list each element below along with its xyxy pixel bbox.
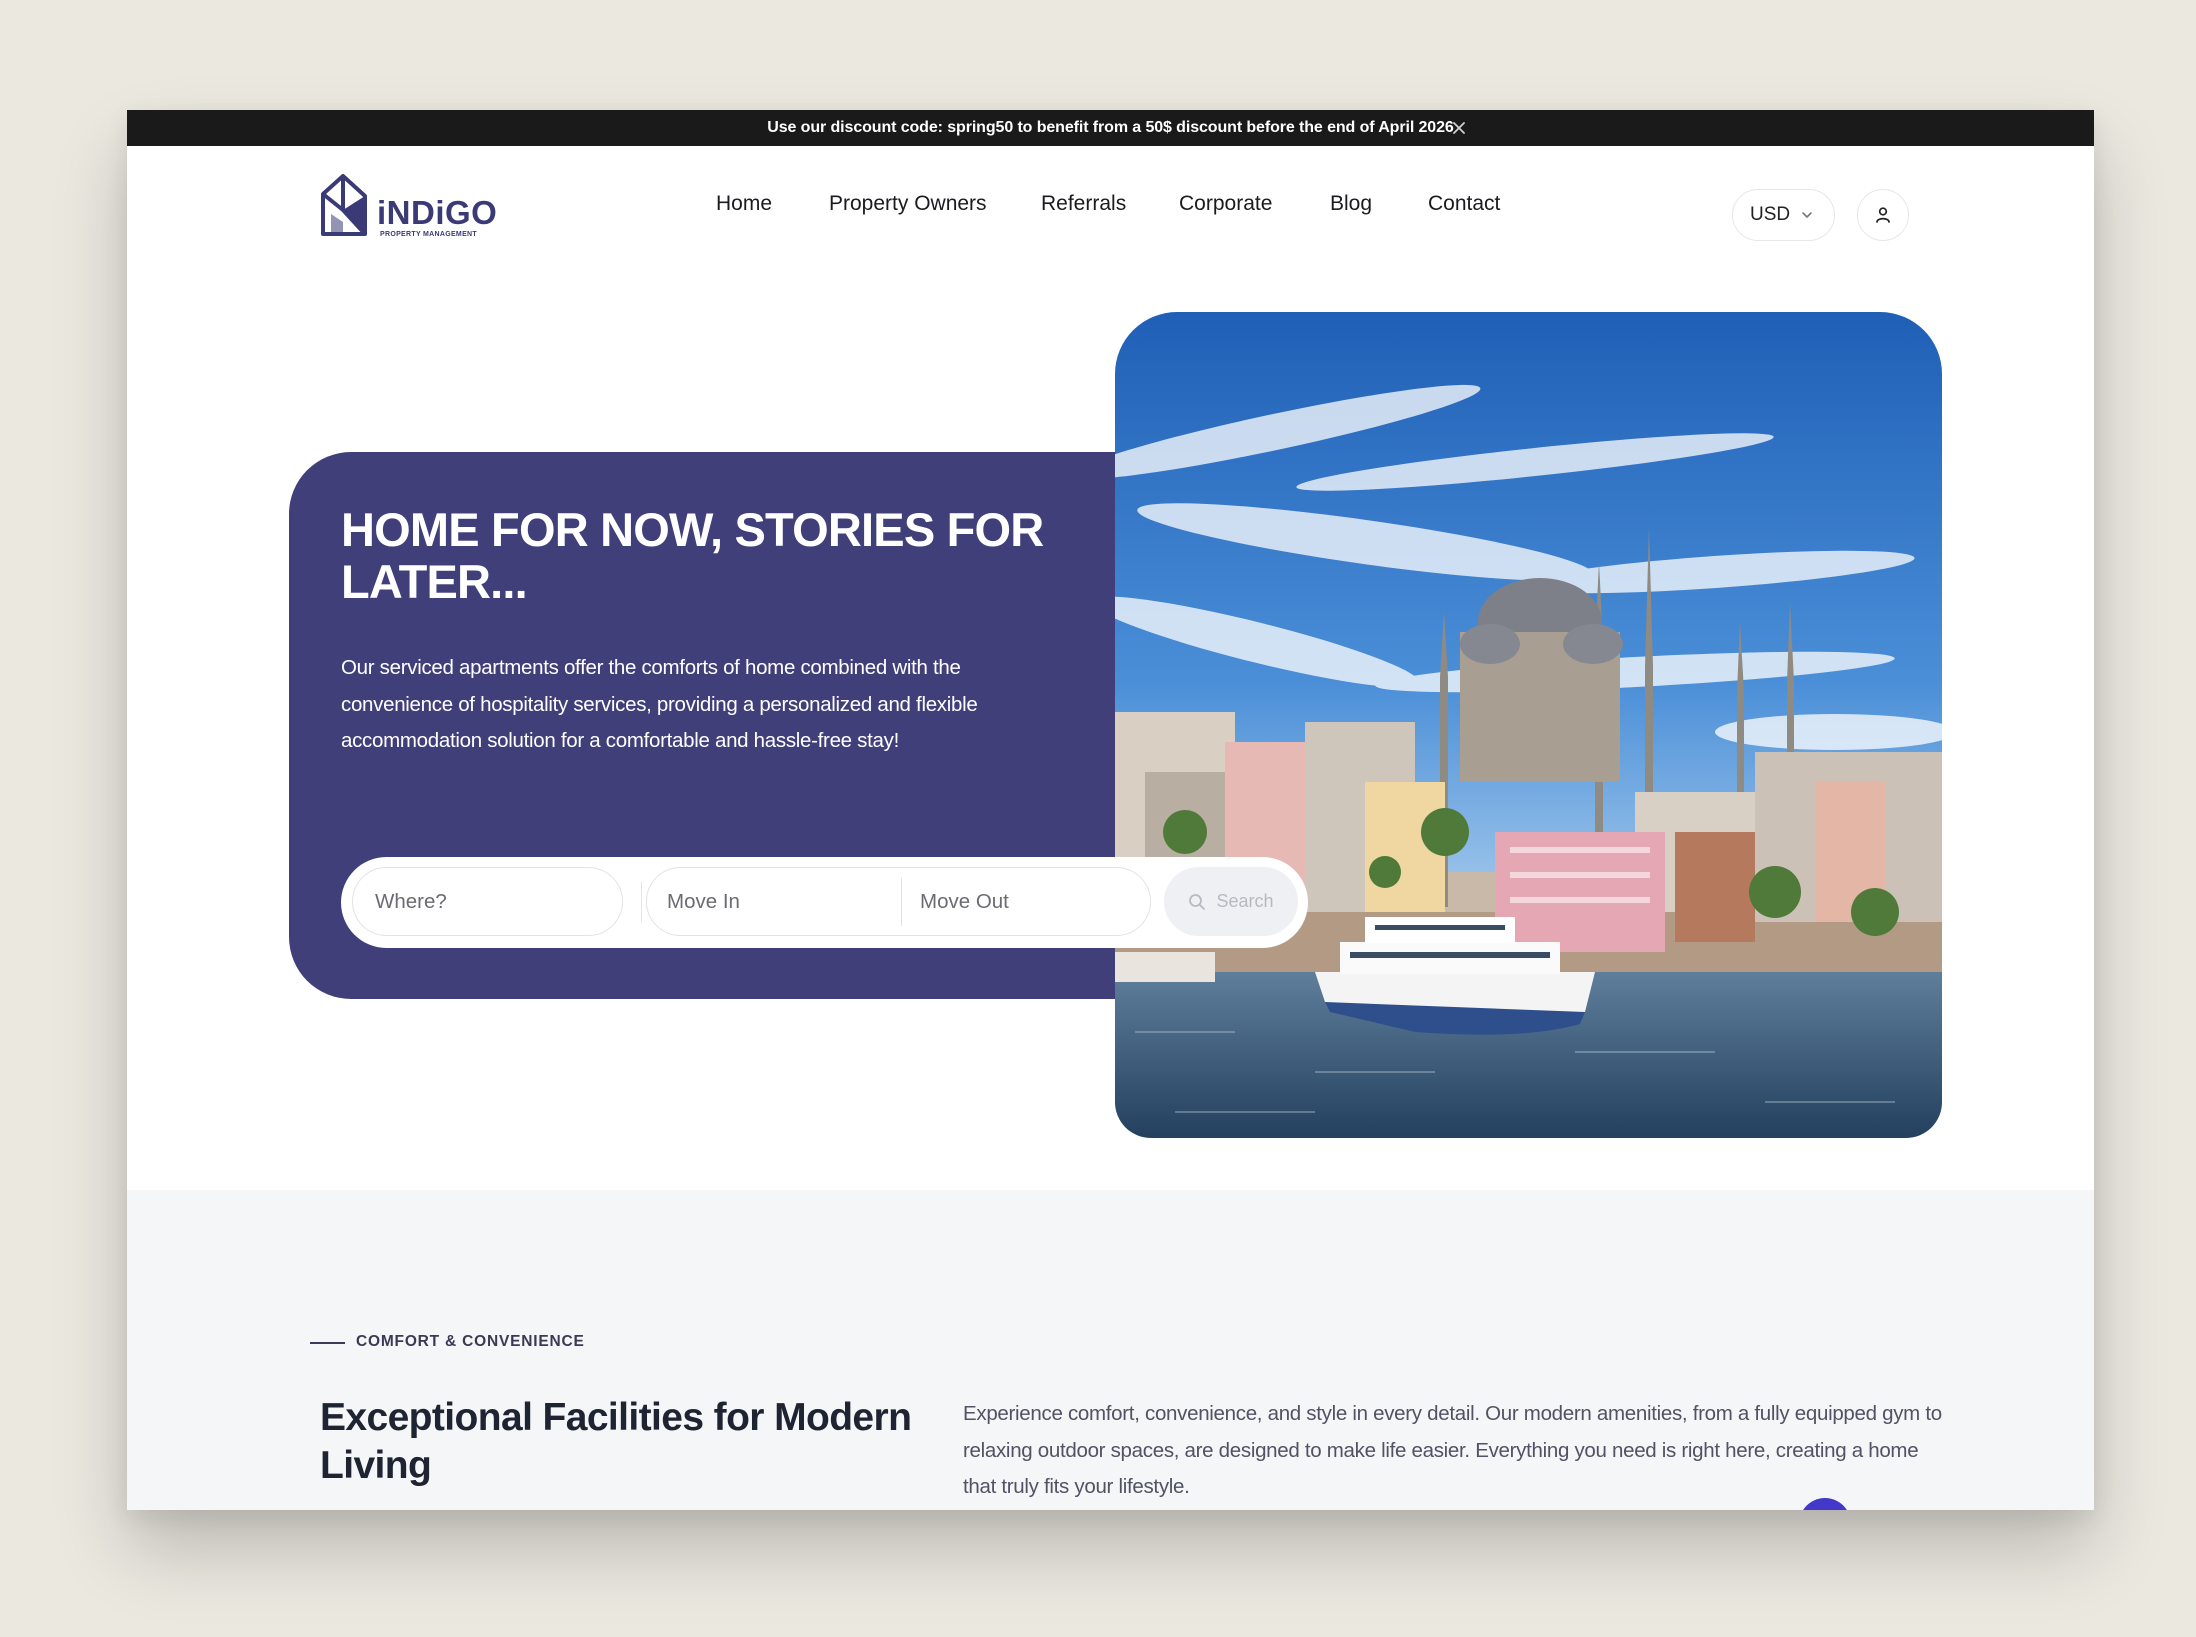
nav-item-blog[interactable]: Blog xyxy=(1330,192,1372,216)
move-in-input[interactable]: Move In xyxy=(667,890,740,914)
chevron-down-icon xyxy=(1802,212,1812,218)
field-divider xyxy=(641,882,642,922)
booking-search-bar: Where? Move In Move Out Search xyxy=(341,857,1308,948)
move-out-input[interactable]: Move Out xyxy=(920,890,1009,914)
nav-item-contact[interactable]: Contact xyxy=(1428,192,1500,216)
announcement-text: Use our discount code: spring50 to benef… xyxy=(767,119,1454,136)
search-button[interactable]: Search xyxy=(1164,867,1298,936)
site-header: iNDiGO PROPERTY MANAGEMENT Home Property… xyxy=(127,146,2094,264)
eyebrow-line xyxy=(310,1342,345,1344)
currency-value: USD xyxy=(1750,204,1791,225)
date-range-field: Move In Move Out xyxy=(646,867,1151,936)
nav-item-home[interactable]: Home xyxy=(716,192,772,216)
date-divider xyxy=(901,878,902,926)
brand-tagline: PROPERTY MANAGEMENT xyxy=(380,231,477,238)
hero-image xyxy=(1115,312,1942,1138)
hero-description: Our serviced apartments offer the comfor… xyxy=(341,656,978,752)
currency-selector[interactable]: USD xyxy=(1732,189,1835,241)
where-placeholder: Where? xyxy=(375,889,447,913)
istanbul-mosque-skyline-image xyxy=(1115,312,1942,1138)
hero-title: HOME FOR NOW, STORIES FOR LATER... xyxy=(341,503,1044,608)
nav-item-corporate[interactable]: Corporate xyxy=(1179,192,1272,216)
brand-name[interactable]: iNDiGO xyxy=(377,194,497,232)
search-icon xyxy=(1189,893,1206,910)
facilities-title: Exceptional Facilities for Modern Living xyxy=(320,1396,912,1487)
nav-item-referrals[interactable]: Referrals xyxy=(1041,192,1126,216)
browser-page: Use our discount code: spring50 to benef… xyxy=(127,110,2094,1510)
where-input[interactable]: Where? xyxy=(352,867,623,936)
close-icon[interactable] xyxy=(1447,116,1471,140)
nav-item-property-owners[interactable]: Property Owners xyxy=(829,192,987,216)
search-button-label: Search xyxy=(1216,891,1274,911)
user-icon xyxy=(1876,207,1890,223)
facilities-section: COMFORT & CONVENIENCE Exceptional Facili… xyxy=(127,1190,2094,1510)
announcement-bar: Use our discount code: spring50 to benef… xyxy=(127,110,2094,146)
user-account-button[interactable] xyxy=(1857,189,1909,241)
facilities-description: Experience comfort, convenience, and sty… xyxy=(963,1402,1942,1498)
section-eyebrow: COMFORT & CONVENIENCE xyxy=(356,1333,585,1350)
